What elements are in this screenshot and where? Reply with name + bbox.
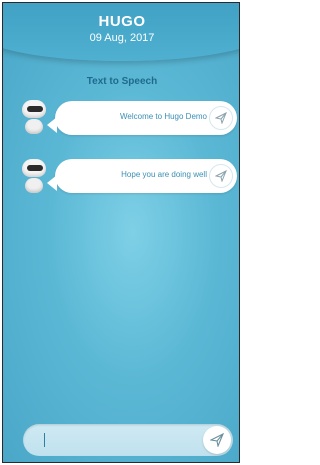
- message-text: Welcome to Hugo Demo: [120, 112, 207, 121]
- message-bubble: Welcome to Hugo Demo: [47, 101, 237, 135]
- app-screen: HUGO 09 Aug, 2017 Text to Speech Welcome…: [2, 2, 240, 463]
- message-input[interactable]: [23, 424, 233, 456]
- send-button[interactable]: [203, 426, 231, 454]
- header-date: 09 Aug, 2017: [89, 32, 155, 44]
- app-title: HUGO: [98, 13, 146, 30]
- send-icon: [210, 433, 224, 447]
- section-title: Text to Speech: [86, 76, 158, 87]
- text-cursor: [44, 433, 45, 447]
- message-text: Hope you are doing well: [121, 170, 207, 179]
- message-bubble: Hope you are doing well: [47, 159, 237, 193]
- robot-icon: [21, 100, 47, 136]
- send-icon[interactable]: [209, 106, 233, 130]
- send-icon[interactable]: [209, 164, 233, 188]
- robot-icon: [21, 159, 47, 195]
